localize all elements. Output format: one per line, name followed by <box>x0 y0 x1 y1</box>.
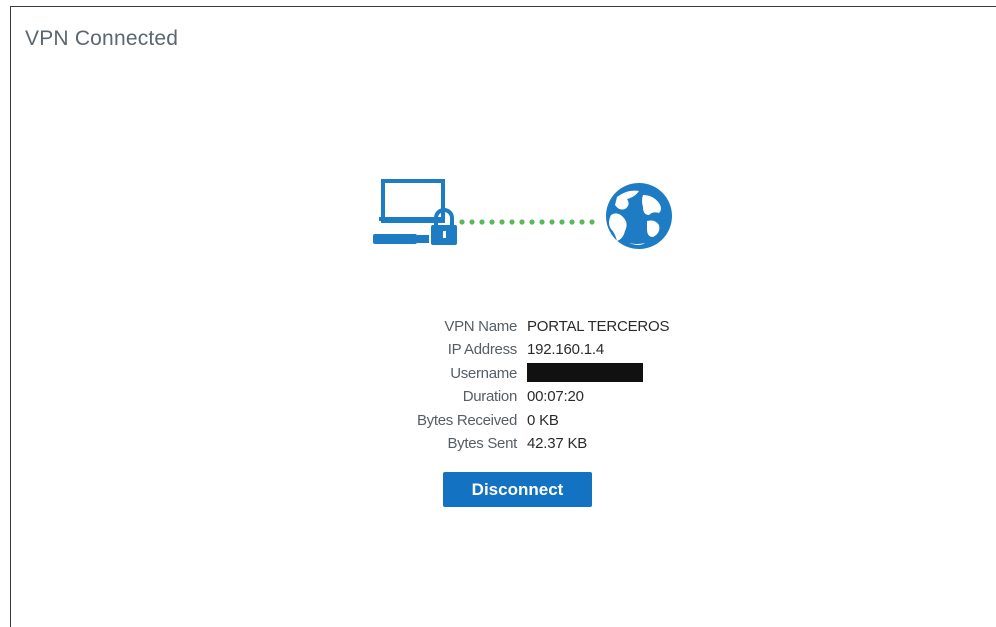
ip-address-label: IP Address <box>447 341 518 359</box>
username-value <box>527 362 643 385</box>
vpn-name-label: VPN Name <box>444 318 517 335</box>
bytes-received-label: Bytes Received <box>416 411 517 429</box>
vpn-name-value: PORTAL TERCEROS <box>527 318 670 335</box>
detail-row-bytes-sent: Bytes Sent 42.37 KB <box>391 432 691 455</box>
username-label: Username <box>450 364 517 382</box>
disconnect-button[interactable]: Disconnect <box>443 472 592 507</box>
duration-value: 00:07:20 <box>527 388 584 406</box>
detail-row-vpn-name: VPN Name PORTAL TERCEROS <box>391 315 691 338</box>
detail-row-duration: Duration 00:07:20 <box>391 385 691 408</box>
detail-row-username: Username <box>391 362 691 385</box>
redacted-block <box>527 362 643 382</box>
globe-icon <box>606 183 672 249</box>
page-title: VPN Connected <box>25 27 179 50</box>
ip-address-value: 192.160.1.4 <box>527 341 605 359</box>
bytes-sent-value: 42.37 KB <box>527 435 588 453</box>
detail-row-ip-address: IP Address 192.160.1.4 <box>391 338 691 361</box>
detail-row-bytes-received: Bytes Received 0 KB <box>391 409 691 432</box>
bytes-sent-label: Bytes Sent <box>447 435 517 453</box>
bytes-received-value: 0 KB <box>527 411 559 429</box>
connection-details: VPN Name PORTAL TERCEROS IP Address 192.… <box>391 315 691 455</box>
connection-dots <box>459 219 595 225</box>
duration-label: Duration <box>462 388 518 406</box>
connection-graphic <box>373 179 672 249</box>
vpn-status-panel: VPN Connected VPN Name PORTAL TERCEROS I… <box>10 6 996 627</box>
